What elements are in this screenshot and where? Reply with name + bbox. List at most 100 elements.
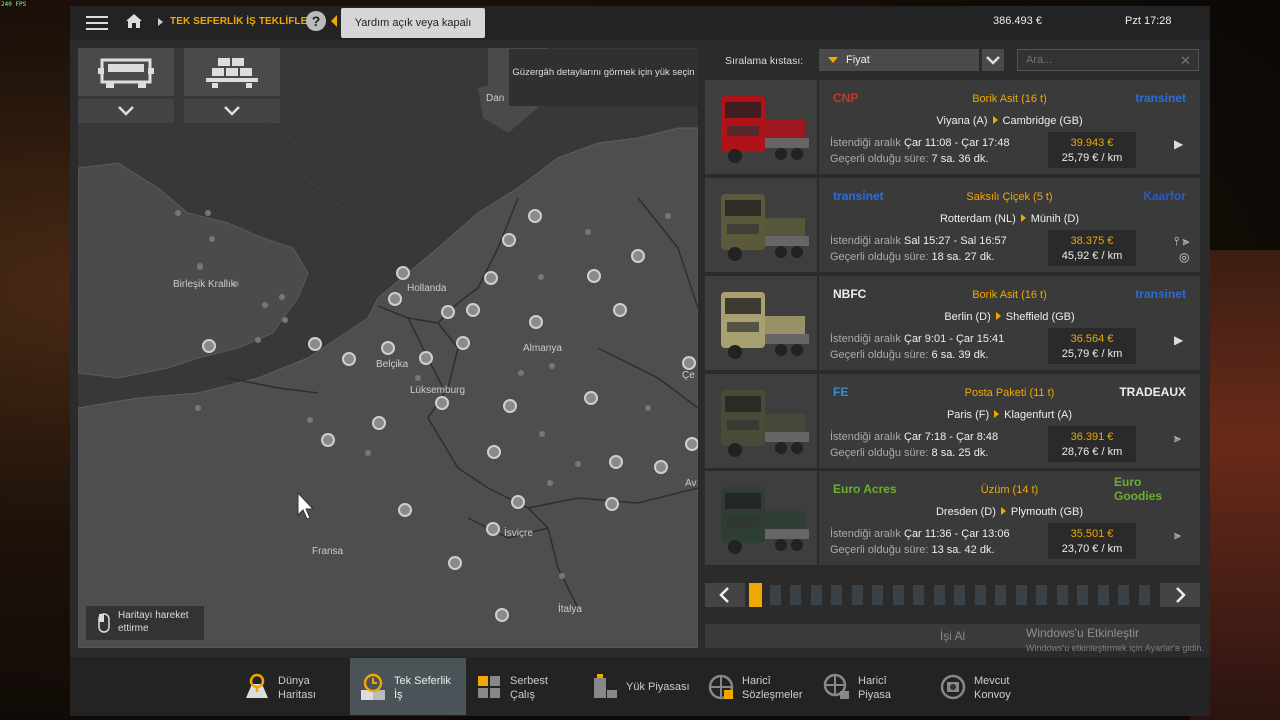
page-indicator[interactable] <box>831 585 842 605</box>
truck-icon <box>98 58 154 88</box>
tab-boxes[interactable]: Serbest Çalış <box>466 658 582 715</box>
page-indicator[interactable] <box>995 585 1006 605</box>
sort-select[interactable]: Fiyat <box>819 49 979 71</box>
page-indicator[interactable] <box>913 585 924 605</box>
next-page-button[interactable] <box>1160 583 1200 607</box>
route-from: Dresden (D) <box>935 506 996 518</box>
delivery-window: İstendiği aralık Sal 15:27 - Sal 16:57 <box>830 235 1007 247</box>
sort-value: Fiyat <box>846 54 870 66</box>
destination-company-logo: Euro Goodies <box>1114 475 1163 503</box>
page-indicator[interactable] <box>1077 585 1088 605</box>
tab-world-map[interactable]: Dünya Haritası <box>234 658 350 715</box>
job-offer-card: CNP Borik Asit (16 t) transinet Viyana (… <box>819 80 1200 174</box>
route-arrow-icon <box>994 410 1000 418</box>
job-offer-row[interactable]: Euro Acres Üzüm (14 t) Euro Goodies Dres… <box>705 471 1200 565</box>
price-box: 35.501 € 23,70 € / km <box>1048 523 1136 559</box>
page-indicator[interactable] <box>1036 585 1047 605</box>
help-tooltip: Yardım açık veya kapalı <box>341 8 485 38</box>
page-indicator[interactable] <box>872 585 883 605</box>
tab-globe-market[interactable]: Haricî Piyasa <box>814 658 930 715</box>
delivery-window: İstendiği aralık Çar 11:08 - Çar 17:48 <box>830 137 1010 149</box>
price-per-km: 23,70 € / km <box>1061 543 1123 555</box>
map-label-denmark: Dan <box>486 93 505 104</box>
job-type-icon: ⫸ <box>1174 528 1181 542</box>
page-indicator[interactable] <box>954 585 965 605</box>
job-offer-card: FE Posta Paketi (11 t) TRADEAUX Paris (F… <box>819 374 1200 468</box>
map-label-switzerland: İsviçre <box>504 528 533 539</box>
job-offer-row[interactable]: transinet Saksılı Çiçek (5 t) Kaarfor Ro… <box>705 178 1200 272</box>
chevron-down-icon <box>224 106 240 116</box>
game-clock: Pzt 17:28 <box>1125 15 1172 27</box>
page-indicator[interactable] <box>1097 585 1109 605</box>
activation-watermark-title: Windows'u Etkinleştir <box>1026 626 1139 640</box>
tab-globe-contract[interactable]: Haricî Sözleşmeler <box>698 658 814 715</box>
truck-filter-dropdown[interactable] <box>78 99 174 123</box>
page-indicator[interactable] <box>810 585 822 605</box>
route-from: Berlin (D) <box>944 311 991 323</box>
fps-counter: 240 FPS <box>1 1 27 8</box>
page-indicator[interactable] <box>749 583 762 607</box>
map-label-belgium: Belçika <box>376 359 409 370</box>
price: 35.501 € <box>1070 528 1114 540</box>
tab-convoy[interactable]: Mevcut Konvoy <box>930 658 1046 715</box>
tab-clock[interactable]: Tek Seferlik İş <box>350 658 466 715</box>
chevron-left-icon <box>719 587 729 603</box>
europe-map[interactable]: Birleşik Krallık Hollanda Belçika Lüksem… <box>78 48 698 648</box>
prev-page-button[interactable] <box>705 583 745 607</box>
page-indicator[interactable] <box>1015 585 1027 605</box>
delivery-window: İstendiği aralık Çar 9:01 - Çar 15:41 <box>830 333 1005 345</box>
job-offer-card: Euro Acres Üzüm (14 t) Euro Goodies Dres… <box>819 471 1200 565</box>
home-button[interactable] <box>124 11 144 31</box>
truck-thumbnail <box>705 178 817 272</box>
breadcrumb[interactable]: TEK SEFERLİK İŞ TEKLİFLERİ <box>170 16 318 27</box>
trailer-filter-dropdown[interactable] <box>184 99 280 123</box>
tab-label: Mevcut Konvoy <box>974 675 1011 701</box>
price: 36.391 € <box>1070 431 1114 443</box>
price-box: 36.564 € 25,79 € / km <box>1048 328 1136 364</box>
map-label-netherlands: Hollanda <box>407 283 447 294</box>
job-offer-row[interactable]: NBFC Borik Asit (16 t) transinet Berlin … <box>705 276 1200 370</box>
help-button[interactable]: ? <box>306 11 326 31</box>
price-per-km: 25,79 € / km <box>1061 348 1123 360</box>
fragile-icon: ◎ <box>1179 250 1190 264</box>
menu-button[interactable] <box>86 13 108 31</box>
home-icon <box>126 14 142 28</box>
page-indicator[interactable] <box>1056 585 1068 605</box>
page-indicator[interactable] <box>790 585 801 605</box>
convoy-icon <box>938 672 968 702</box>
price: 36.564 € <box>1070 333 1114 345</box>
mouse-cursor-icon <box>297 491 315 520</box>
truck-filter-button[interactable] <box>78 48 174 96</box>
offer-validity: Geçerli olduğu süre: 8 sa. 25 dk. <box>830 447 989 459</box>
route: Rotterdam (NL) Münih (D) <box>819 213 1200 225</box>
price-per-km: 28,76 € / km <box>1061 446 1123 458</box>
page-indicator[interactable] <box>933 585 945 605</box>
job-offer-card: transinet Saksılı Çiçek (5 t) Kaarfor Ro… <box>819 178 1200 272</box>
route-arrow-icon <box>1020 214 1026 222</box>
page-indicator[interactable] <box>1118 585 1129 605</box>
tab-label: Haricî Sözleşmeler <box>742 675 803 701</box>
route-arrow-icon <box>995 312 1001 320</box>
page-indicator[interactable] <box>769 585 781 605</box>
page-indicator[interactable] <box>851 585 863 605</box>
search-input[interactable] <box>1017 49 1199 71</box>
tab-cargo[interactable]: Yük Piyasası <box>582 658 698 715</box>
money-display: 386.493 € <box>993 15 1042 27</box>
route-to: Sheffield (GB) <box>1005 311 1075 323</box>
tab-label: Dünya Haritası <box>278 675 316 701</box>
job-offer-row[interactable]: CNP Borik Asit (16 t) transinet Viyana (… <box>705 80 1200 174</box>
map-label-uk: Birleşik Krallık <box>173 279 236 290</box>
job-offer-row[interactable]: FE Posta Paketi (11 t) TRADEAUX Paris (F… <box>705 374 1200 468</box>
destination-company-logo: TRADEAUX <box>1119 385 1186 399</box>
page-indicator[interactable] <box>892 585 904 605</box>
world-map-icon <box>242 672 272 702</box>
job-offer-card: NBFC Borik Asit (16 t) transinet Berlin … <box>819 276 1200 370</box>
trailer-filter-button[interactable] <box>184 48 280 96</box>
globe-contract-icon <box>706 672 736 702</box>
page-indicator[interactable] <box>974 585 986 605</box>
job-type-icon: ⫸ <box>1174 431 1181 445</box>
price: 38.375 € <box>1070 235 1114 247</box>
clear-search-icon[interactable]: ✕ <box>1180 53 1191 69</box>
sort-dropdown-button[interactable] <box>982 49 1004 71</box>
page-indicator[interactable] <box>1138 585 1150 605</box>
